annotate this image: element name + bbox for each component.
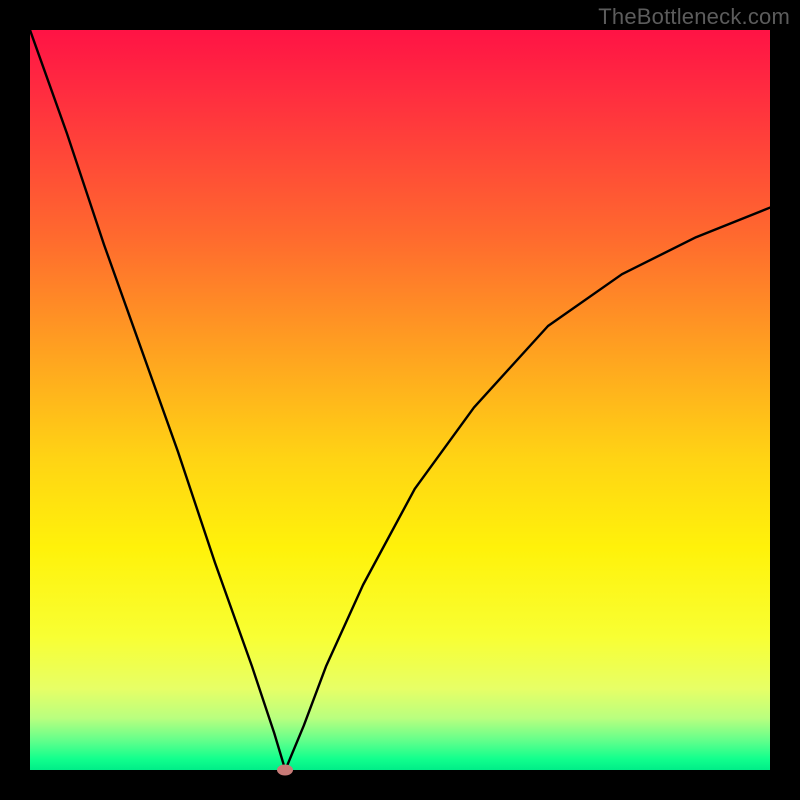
plot-area: [30, 30, 770, 770]
watermark-text: TheBottleneck.com: [598, 4, 790, 30]
bottleneck-curve-path: [30, 30, 770, 770]
chart-container: TheBottleneck.com: [0, 0, 800, 800]
optimum-marker: [277, 765, 293, 776]
curve-svg: [30, 30, 770, 770]
